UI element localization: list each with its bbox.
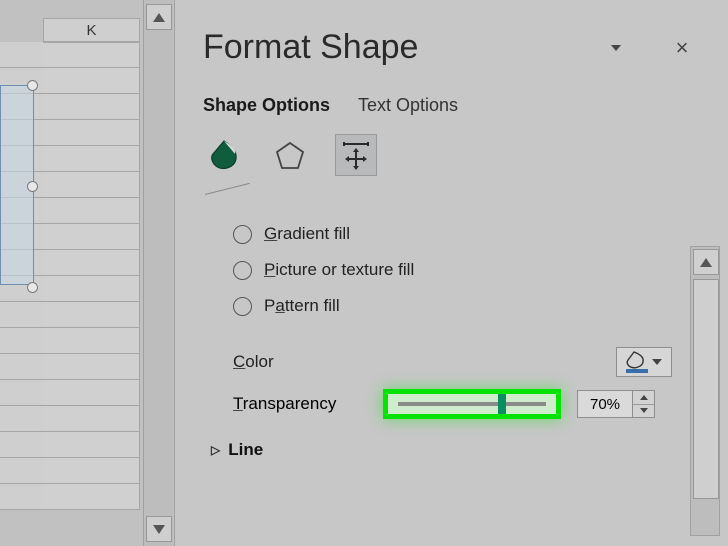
radio-icon xyxy=(233,297,252,316)
transparency-stepper xyxy=(633,390,655,418)
fill-options-group: Gradient fill Picture or texture fill Pa… xyxy=(203,216,728,324)
size-properties-category-icon[interactable] xyxy=(335,134,377,176)
color-row: Color xyxy=(203,342,728,382)
category-icons xyxy=(203,134,728,176)
scroll-down-button[interactable] xyxy=(146,516,172,542)
color-picker-button[interactable] xyxy=(616,347,672,377)
section-line[interactable]: ▷ Line xyxy=(203,440,728,460)
shape-handle-middle[interactable] xyxy=(27,181,38,192)
scroll-up-button[interactable] xyxy=(146,4,172,30)
column-cells[interactable] xyxy=(43,42,140,522)
scrollbar-thumb[interactable] xyxy=(693,279,719,499)
close-icon: × xyxy=(676,37,689,59)
transparency-value-input[interactable]: 70% xyxy=(577,390,633,418)
transparency-slider[interactable] xyxy=(398,402,546,406)
pane-scrollbar[interactable] xyxy=(690,246,720,536)
fill-line-category-icon[interactable] xyxy=(203,134,245,176)
pane-close-button[interactable]: × xyxy=(669,35,695,61)
format-shape-pane: Format Shape × Shape Options Text Option… xyxy=(175,0,728,546)
pane-title: Format Shape xyxy=(203,28,563,67)
chevron-down-icon xyxy=(153,525,165,534)
fill-color-icon xyxy=(626,351,648,373)
worksheet-area: K xyxy=(0,0,175,546)
transparency-row: Transparency 70% xyxy=(203,382,728,426)
worksheet-scrollbar[interactable] xyxy=(143,0,173,546)
shape-handle-bottom[interactable] xyxy=(27,282,38,293)
chevron-down-icon xyxy=(640,408,648,413)
chevron-up-icon xyxy=(640,395,648,400)
tab-shape-options[interactable]: Shape Options xyxy=(203,95,330,118)
transparency-slider-highlight xyxy=(383,389,561,419)
pane-options-button[interactable] xyxy=(603,35,629,61)
shape-handle-top[interactable] xyxy=(27,80,38,91)
chevron-up-icon xyxy=(700,258,712,267)
radio-label: Gradient fill xyxy=(264,224,350,244)
radio-label: Pattern fill xyxy=(264,296,340,316)
chevron-down-icon xyxy=(652,359,662,365)
radio-icon xyxy=(233,225,252,244)
effects-category-icon[interactable] xyxy=(269,134,311,176)
transparency-label: Transparency xyxy=(233,394,383,414)
scroll-up-button[interactable] xyxy=(693,249,719,275)
color-label: Color xyxy=(233,352,383,372)
chevron-down-icon xyxy=(611,45,621,51)
expander-icon: ▷ xyxy=(211,443,220,457)
slider-thumb[interactable] xyxy=(498,394,506,414)
pane-tabs: Shape Options Text Options xyxy=(203,95,728,118)
section-label: Line xyxy=(228,440,263,460)
column-header-k[interactable]: K xyxy=(43,18,140,42)
radio-icon xyxy=(233,261,252,280)
radio-label: Picture or texture fill xyxy=(264,260,414,280)
chevron-up-icon xyxy=(153,13,165,22)
radio-picture-fill[interactable]: Picture or texture fill xyxy=(233,252,728,288)
stepper-down-button[interactable] xyxy=(633,405,654,418)
stepper-up-button[interactable] xyxy=(633,391,654,405)
tab-text-options[interactable]: Text Options xyxy=(358,95,458,118)
radio-pattern-fill[interactable]: Pattern fill xyxy=(233,288,728,324)
radio-gradient-fill[interactable]: Gradient fill xyxy=(233,216,728,252)
section-divider xyxy=(205,186,265,202)
